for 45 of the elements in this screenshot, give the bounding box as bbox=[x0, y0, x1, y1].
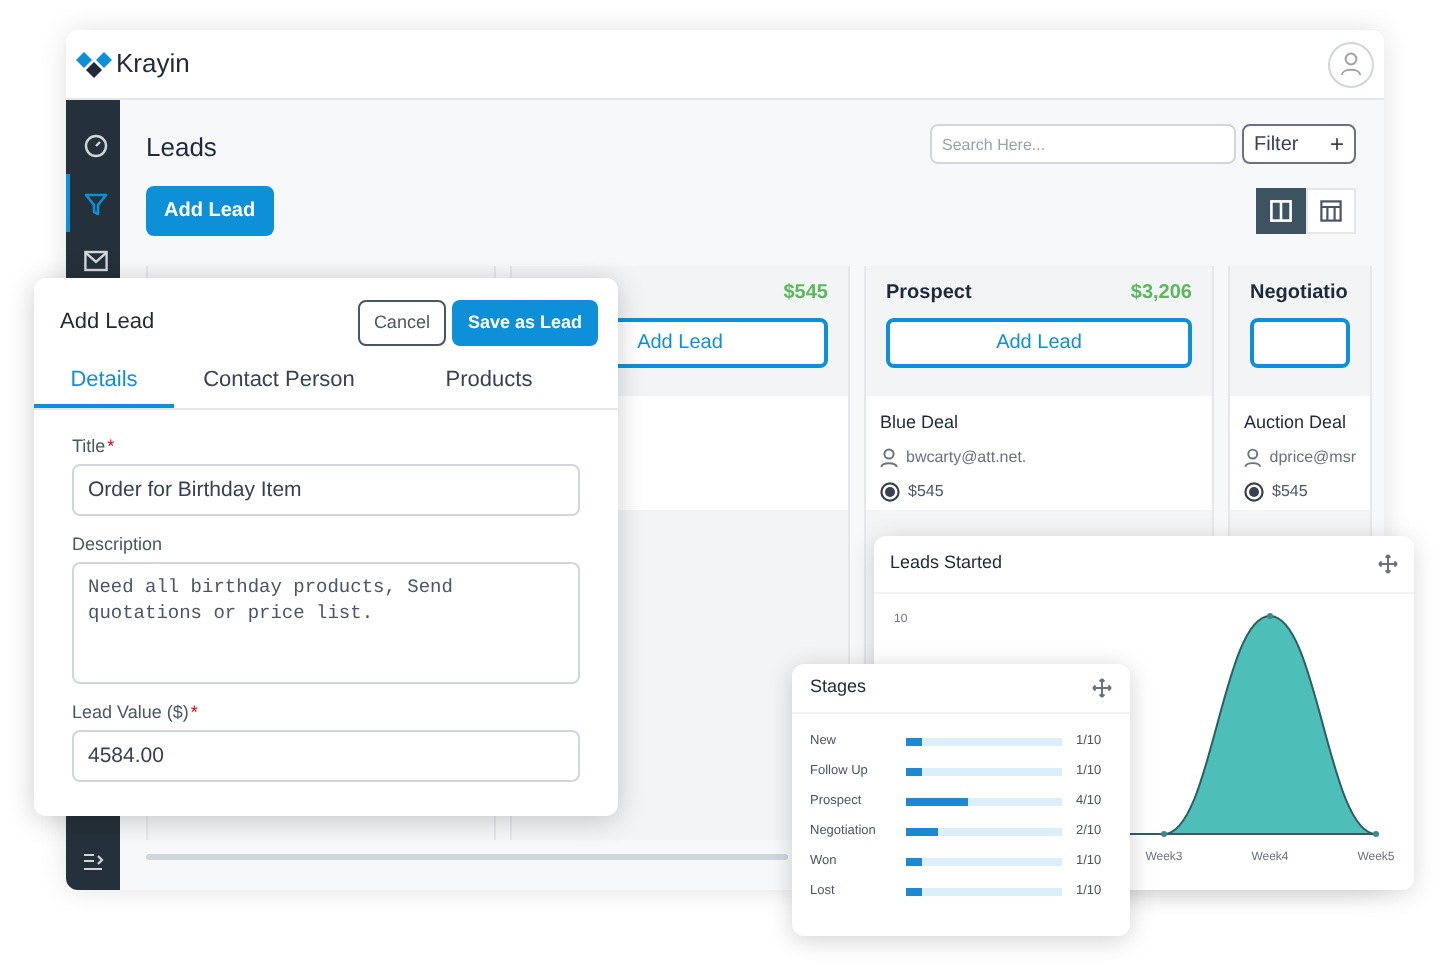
column-title: Prospect bbox=[886, 280, 972, 308]
lead-card[interactable]: Blue Deal bwcarty@att.net. $545 bbox=[866, 395, 1212, 509]
brand-name: Krayin bbox=[116, 46, 190, 83]
move-icon[interactable] bbox=[1378, 554, 1398, 574]
required-mark: * bbox=[107, 434, 115, 460]
user-icon bbox=[1340, 52, 1362, 76]
lead-value: $545 bbox=[1272, 480, 1308, 504]
lead-title: Auction Deal bbox=[1244, 409, 1349, 435]
collapse-icon[interactable] bbox=[82, 852, 104, 872]
required-mark: * bbox=[190, 700, 198, 726]
field-label: Description bbox=[72, 532, 163, 558]
column-amount: $3,206 bbox=[1130, 280, 1192, 308]
lead-contact: dprice@msr bbox=[1269, 446, 1356, 470]
description-field[interactable]: Need all birthday products, Send quotations or price list. bbox=[72, 562, 580, 684]
input-field[interactable]: Order for Birthday Item bbox=[72, 464, 580, 516]
dollar-coin-icon bbox=[1244, 482, 1264, 502]
columns-icon bbox=[1270, 199, 1292, 221]
view-toggle[interactable] bbox=[1256, 187, 1306, 233]
lead-title: Blue Deal bbox=[880, 409, 961, 435]
card-title: Leads Started bbox=[890, 550, 1003, 577]
table-icon bbox=[1320, 199, 1342, 221]
dialog-title: Add Lead bbox=[60, 308, 155, 339]
field-label: Lead Value ($) bbox=[72, 700, 189, 726]
mail-icon bbox=[83, 250, 107, 272]
column-title: Negotiatio bbox=[1250, 280, 1348, 308]
add-lead-button[interactable] bbox=[1250, 317, 1350, 367]
input-field[interactable]: 4584.00 bbox=[72, 730, 580, 782]
gauge-icon bbox=[83, 133, 107, 157]
person-icon bbox=[880, 448, 898, 468]
page-title: Leads bbox=[146, 130, 217, 166]
filter-button[interactable]: Filter + bbox=[1242, 124, 1356, 164]
logo-icon bbox=[76, 51, 112, 77]
column-amount: $545 bbox=[783, 280, 828, 308]
dollar-coin-icon bbox=[880, 482, 900, 502]
search-field[interactable]: Search Here... bbox=[930, 124, 1236, 164]
lead-value: $545 bbox=[908, 480, 944, 504]
dialog-tab[interactable]: Contact Person bbox=[174, 356, 384, 408]
field-label: Title bbox=[72, 434, 106, 460]
cancel-button[interactable]: Cancel bbox=[357, 300, 446, 346]
lead-contact: bwcarty@att.net. bbox=[906, 446, 1027, 470]
lead-card[interactable]: Auction Deal dprice@msr $545 bbox=[1230, 395, 1370, 509]
card-title: Stages bbox=[810, 674, 867, 701]
person-icon bbox=[1244, 448, 1262, 468]
funnel-icon bbox=[83, 191, 107, 215]
move-icon[interactable] bbox=[1092, 678, 1112, 698]
